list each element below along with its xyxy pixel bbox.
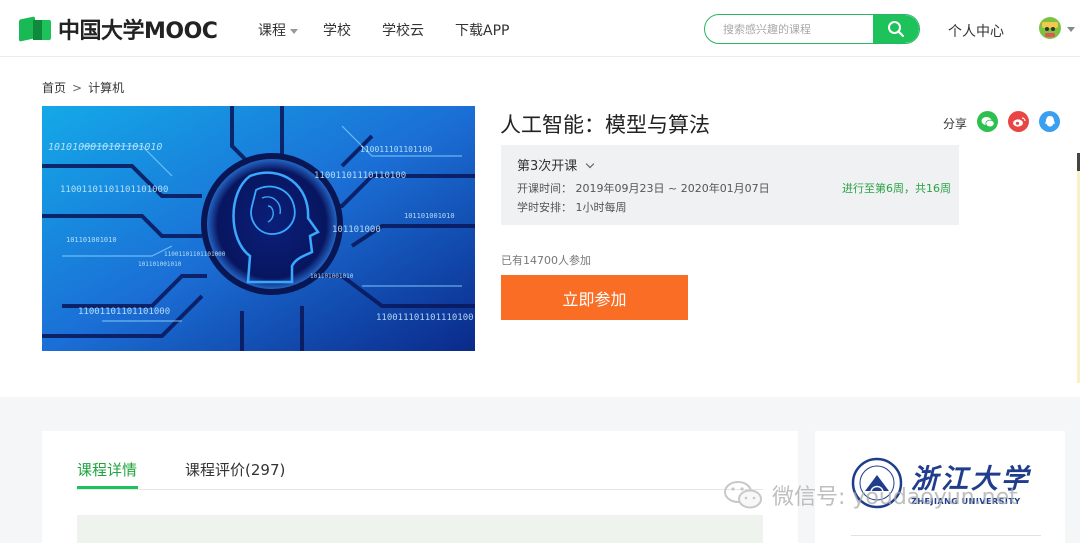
top-navbar: 中国大学MOOC 课程 学校 学校云 下载APP 个人中心 xyxy=(0,0,1080,57)
cover-binary-text: 110011101101110100 xyxy=(376,313,474,323)
nav-item-label: 学校云 xyxy=(382,23,424,39)
cover-binary-text: 11001101110110100 xyxy=(314,171,406,181)
session-time: 开课时间： 2019年09月23日 ~ 2020年01月07日 xyxy=(517,182,770,195)
breadcrumb-home[interactable]: 首页 xyxy=(42,81,66,95)
nav-item-school-cloud[interactable]: 学校云 xyxy=(382,20,424,40)
cover-binary-text: 11001101101101000 xyxy=(78,307,170,317)
qq-icon[interactable] xyxy=(1039,111,1060,132)
detail-content xyxy=(77,515,763,543)
share-label: 分享 xyxy=(943,117,968,131)
search-icon xyxy=(888,21,905,38)
chevron-down-icon xyxy=(290,28,298,34)
cover-binary-text: 11001101101101101000 xyxy=(60,185,168,195)
weibo-icon[interactable] xyxy=(1008,111,1029,132)
course-header: 首页 > 计算机 1010100010101101010 11001101101… xyxy=(0,57,1080,397)
breadcrumb-current[interactable]: 计算机 xyxy=(88,81,124,95)
wechat-watermark-icon xyxy=(724,481,762,509)
cover-binary-text: 101101001010 xyxy=(404,212,455,220)
course-detail-card: 课程详情 课程评价(297) xyxy=(42,431,798,543)
wechat-icon[interactable] xyxy=(977,111,998,132)
cover-binary-text: 101101001010 xyxy=(138,261,182,268)
card-divider xyxy=(851,535,1041,536)
breadcrumb: 首页 > 计算机 xyxy=(42,79,124,96)
cover-binary-text: 11001101101101000 xyxy=(164,251,226,258)
nav-item-label: 学校 xyxy=(323,23,351,39)
cover-binary-text: 110011101101100 xyxy=(360,145,432,154)
search-button[interactable] xyxy=(873,15,919,43)
cover-binary-text: 101101001010 xyxy=(66,236,117,244)
session-title: 第3次开课 xyxy=(517,159,578,174)
search-box xyxy=(704,14,920,44)
chevron-down-icon xyxy=(586,159,595,169)
breadcrumb-separator: > xyxy=(72,81,83,95)
session-info-box: 第3次开课 开课时间： 2019年09月23日 ~ 2020年01月07日 进行… xyxy=(501,145,959,225)
nav-item-courses[interactable]: 课程 xyxy=(258,20,298,40)
nav-item-label: 课程 xyxy=(258,23,286,39)
session-progress: 进行至第6周，共16周 xyxy=(842,182,951,195)
personal-center-link[interactable]: 个人中心 xyxy=(948,21,1004,41)
active-tab-indicator xyxy=(77,486,138,489)
tab-course-reviews[interactable]: 课程评价(297) xyxy=(185,459,285,480)
nav-item-label: 下载APP xyxy=(455,23,510,39)
tab-divider xyxy=(77,489,763,490)
ai-head-circuit-illustration: 1010100010101101010 11001101101101101000… xyxy=(42,106,475,351)
join-button[interactable]: 立即参加 xyxy=(501,275,688,320)
logo-text: 中国大学MOOC xyxy=(58,19,218,44)
enrolled-count: 已有14700人参加 xyxy=(501,254,591,267)
chevron-down-icon[interactable] xyxy=(1067,27,1075,32)
tab-course-details[interactable]: 课程详情 xyxy=(77,459,137,480)
watermark-text: 微信号: youdaoyun.net xyxy=(772,485,1018,510)
course-title: 人工智能：模型与算法 xyxy=(500,113,710,137)
cover-binary-text: 101101001010 xyxy=(310,273,354,280)
course-cover-image: 1010100010101101010 11001101101101101000… xyxy=(42,106,475,351)
logo-icon xyxy=(19,16,52,42)
session-selector[interactable]: 第3次开课 xyxy=(517,155,595,174)
search-input[interactable] xyxy=(705,15,875,43)
cover-binary-text: 101101000 xyxy=(332,225,381,235)
nav-item-download-app[interactable]: 下载APP xyxy=(455,20,509,40)
wechat-watermark: 微信号: youdaoyun.net xyxy=(722,478,1018,512)
site-logo[interactable]: 中国大学MOOC xyxy=(19,16,218,44)
avatar[interactable] xyxy=(1038,16,1062,40)
nav-item-schools[interactable]: 学校 xyxy=(323,20,351,40)
session-schedule: 学时安排： 1小时每周 xyxy=(517,201,627,214)
cover-binary-text: 1010100010101101010 xyxy=(48,142,162,153)
